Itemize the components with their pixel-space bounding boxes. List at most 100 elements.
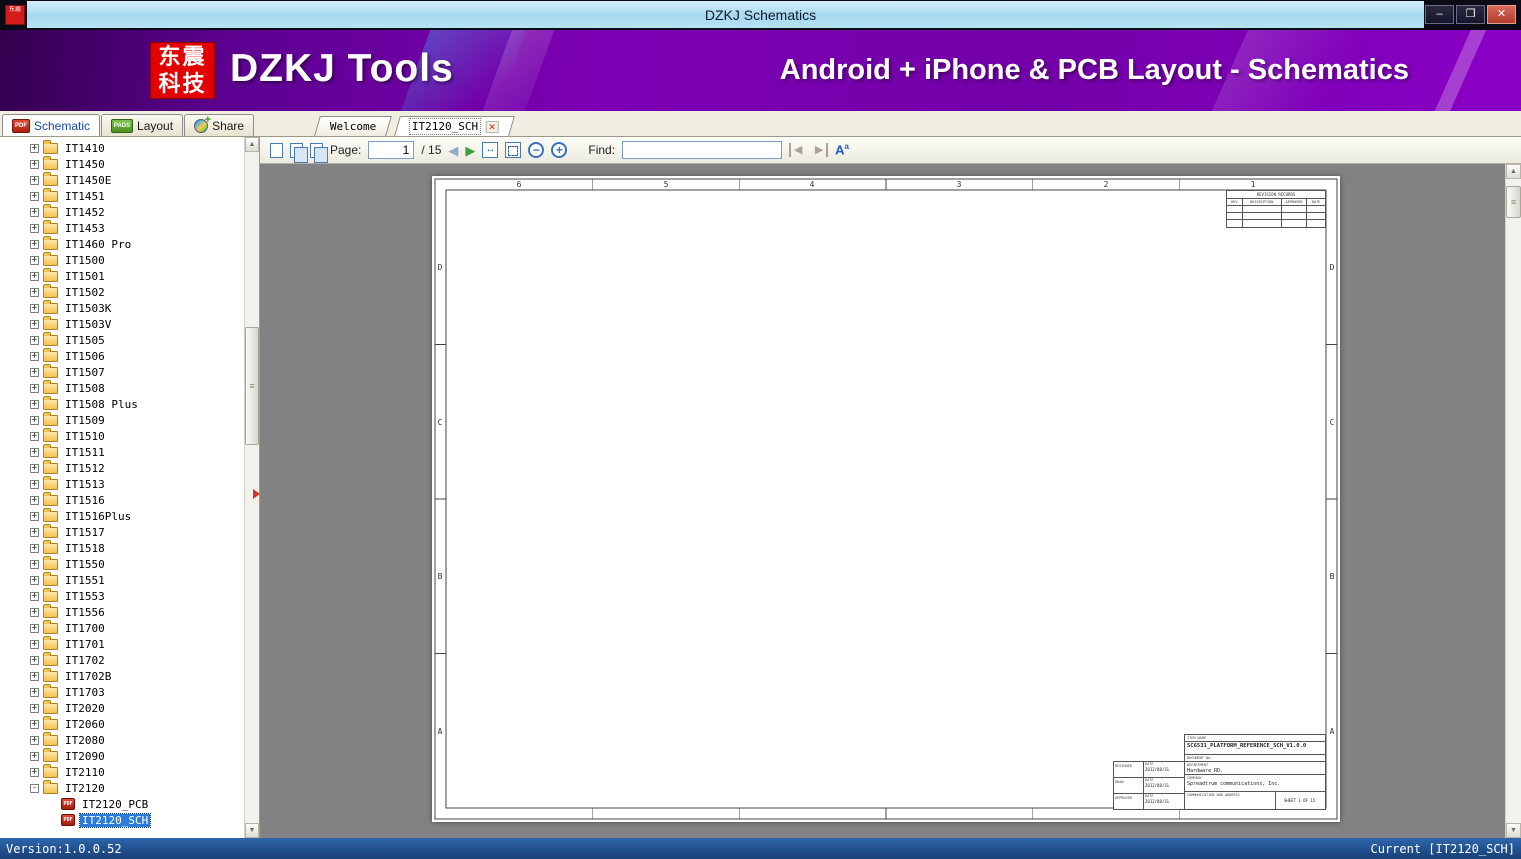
- tree-item-label[interactable]: IT1508: [63, 382, 107, 395]
- expand-icon[interactable]: +: [30, 735, 39, 745]
- tree-item-it1551[interactable]: + IT1551: [0, 571, 244, 588]
- tree-item-it2080[interactable]: + IT2080: [0, 731, 244, 748]
- expand-icon[interactable]: +: [30, 431, 39, 441]
- expand-icon[interactable]: +: [30, 527, 39, 537]
- scroll-up-icon[interactable]: ▲: [1506, 164, 1521, 179]
- minimize-button[interactable]: –: [1425, 5, 1454, 24]
- find-next-icon[interactable]: ▶: [812, 143, 829, 157]
- tree-item-label[interactable]: IT1509: [63, 414, 107, 427]
- tree-item-it1506[interactable]: + IT1506: [0, 347, 244, 364]
- tree-item-it1510[interactable]: + IT1510: [0, 427, 244, 444]
- tree-item-label[interactable]: IT1503K: [63, 302, 113, 315]
- tree-scrollbar-thumb[interactable]: ≡: [245, 327, 259, 445]
- tree-item-it1452[interactable]: + IT1452: [0, 203, 244, 220]
- single-page-icon[interactable]: [270, 142, 283, 158]
- expand-icon[interactable]: +: [30, 383, 39, 393]
- expand-icon[interactable]: +: [30, 287, 39, 297]
- expand-icon[interactable]: +: [30, 303, 39, 313]
- splitter-arrow-icon[interactable]: [253, 489, 260, 499]
- tree-item-label[interactable]: IT1452: [63, 206, 107, 219]
- expand-icon[interactable]: +: [30, 719, 39, 729]
- tree-item-label[interactable]: IT1516: [63, 494, 107, 507]
- expand-icon[interactable]: +: [30, 559, 39, 569]
- tree-item-it1503v[interactable]: + IT1503V: [0, 315, 244, 332]
- tree-item-label[interactable]: IT2020: [63, 702, 107, 715]
- expand-icon[interactable]: +: [30, 671, 39, 681]
- tree-item-it1500[interactable]: + IT1500: [0, 251, 244, 268]
- tree-item-label[interactable]: IT1501: [63, 270, 107, 283]
- zoom-in-icon[interactable]: +: [551, 142, 568, 158]
- close-tab-icon[interactable]: ✕: [486, 120, 500, 133]
- tree-item-label[interactable]: IT1506: [63, 350, 107, 363]
- snapshot-icon[interactable]: [310, 142, 328, 163]
- expand-icon[interactable]: +: [30, 335, 39, 345]
- viewer-scrollbar-thumb[interactable]: ≡: [1506, 186, 1521, 218]
- tree-item-it1703[interactable]: + IT1703: [0, 683, 244, 700]
- tree-item-label[interactable]: IT1701: [63, 638, 107, 651]
- tree-item-label[interactable]: IT1512: [63, 462, 107, 475]
- expand-icon[interactable]: +: [30, 255, 39, 265]
- tree-item-label[interactable]: IT2060: [63, 718, 107, 731]
- tree-item-label[interactable]: IT2080: [63, 734, 107, 747]
- tree-item-it1502[interactable]: + IT1502: [0, 283, 244, 300]
- expand-icon[interactable]: +: [30, 463, 39, 473]
- expand-icon[interactable]: +: [30, 399, 39, 409]
- expand-icon[interactable]: +: [30, 607, 39, 617]
- scroll-down-icon[interactable]: ▼: [245, 823, 259, 838]
- expand-icon[interactable]: +: [30, 655, 39, 665]
- tree-item-it1556[interactable]: + IT1556: [0, 603, 244, 620]
- tree-item-label[interactable]: IT1503V: [63, 318, 113, 331]
- tree-item-it2120[interactable]: - IT2120: [0, 779, 244, 796]
- page-number-input[interactable]: [368, 141, 415, 159]
- tree-item-it1410[interactable]: + IT1410: [0, 139, 244, 156]
- tree-item-label[interactable]: IT1505: [63, 334, 107, 347]
- tree-item-it1702[interactable]: + IT1702: [0, 651, 244, 668]
- tree-item-label[interactable]: IT1508 Plus: [63, 398, 140, 411]
- tree-item-label[interactable]: IT1451: [63, 190, 107, 203]
- expand-icon[interactable]: +: [30, 751, 39, 761]
- tree-item-it2110[interactable]: + IT2110: [0, 763, 244, 780]
- tree-item-it1512[interactable]: + IT1512: [0, 459, 244, 476]
- schematic-viewer[interactable]: 6 5 4 3 2 1 D C B A D C B A REVISION REC…: [260, 164, 1521, 838]
- tab-schematic[interactable]: PDF Schematic: [2, 114, 101, 136]
- expand-icon[interactable]: +: [30, 575, 39, 585]
- tree-item-it1513[interactable]: + IT1513: [0, 475, 244, 492]
- tree-item-it2020[interactable]: + IT2020: [0, 699, 244, 716]
- find-input[interactable]: [622, 141, 783, 159]
- tab-share[interactable]: Share: [184, 114, 255, 136]
- tree-item-label[interactable]: IT1553: [63, 590, 107, 603]
- tree-item-label[interactable]: IT1453: [63, 222, 107, 235]
- find-previous-icon[interactable]: ◀: [789, 143, 805, 157]
- expand-icon[interactable]: +: [30, 351, 39, 361]
- doc-tab-welcome[interactable]: Welcome: [314, 116, 393, 136]
- tree-item-label[interactable]: IT1703: [63, 686, 107, 699]
- tree-item-label[interactable]: IT1460 Pro: [63, 238, 133, 251]
- expand-icon[interactable]: +: [30, 415, 39, 425]
- expand-icon[interactable]: +: [30, 159, 39, 169]
- expand-icon[interactable]: +: [30, 479, 39, 489]
- tree-item-it1508-plus[interactable]: + IT1508 Plus: [0, 395, 244, 412]
- doc-tab-it2120-sch[interactable]: IT2120_SCH ✕: [394, 116, 516, 136]
- tree-item-it1516[interactable]: + IT1516: [0, 491, 244, 508]
- previous-page-icon[interactable]: ◀: [448, 144, 458, 157]
- tree-item-it1550[interactable]: + IT1550: [0, 555, 244, 572]
- tree-item-label[interactable]: IT1500: [63, 254, 107, 267]
- fit-page-icon[interactable]: [505, 142, 522, 158]
- tree-item-it1701[interactable]: + IT1701: [0, 635, 244, 652]
- tree-item-label[interactable]: IT1551: [63, 574, 107, 587]
- tree-item-label[interactable]: IT1700: [63, 622, 107, 635]
- zoom-out-icon[interactable]: −: [528, 142, 545, 158]
- tree-item-it1702b[interactable]: + IT1702B: [0, 667, 244, 684]
- tree-item-it1505[interactable]: + IT1505: [0, 331, 244, 348]
- expand-icon[interactable]: +: [30, 191, 39, 201]
- expand-icon[interactable]: +: [30, 639, 39, 649]
- expand-icon[interactable]: +: [30, 687, 39, 697]
- expand-icon[interactable]: +: [30, 591, 39, 601]
- expand-icon[interactable]: +: [30, 223, 39, 233]
- tree-item-label[interactable]: IT1516Plus: [63, 510, 133, 523]
- close-button[interactable]: ✕: [1487, 5, 1516, 24]
- tree-item-label[interactable]: IT1450: [63, 158, 107, 171]
- tree-scrollbar[interactable]: ▲ ≡ ▼: [244, 137, 259, 838]
- tree-item-it2120_pcb[interactable]: PDF IT2120_PCB: [0, 796, 244, 812]
- tree-item-label[interactable]: IT2110: [63, 766, 107, 779]
